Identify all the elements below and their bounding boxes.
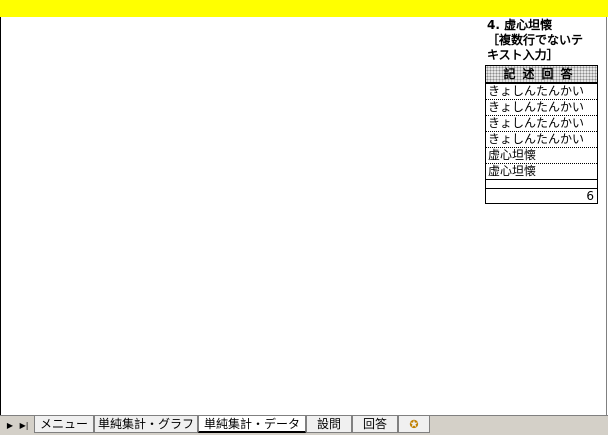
answer-table-header: 記述回答: [486, 66, 597, 84]
answer-table: 記述回答 きょしんたんかい きょしんたんかい きょしんたんかい きょしんたんかい…: [485, 65, 598, 204]
skip-last-icon[interactable]: ▶|: [18, 419, 30, 432]
tab-answers[interactable]: 回答: [352, 416, 398, 433]
answer-row[interactable]: 虚心坦懐: [486, 148, 597, 164]
sheet-tab-bar: ▶ ▶| メニュー 単純集計・グラフ 単純集計・データ 設問 回答 ✪: [0, 415, 608, 435]
new-sheet-icon[interactable]: ✪: [398, 416, 430, 433]
answer-row[interactable]: きょしんたんかい: [486, 84, 597, 100]
answer-row[interactable]: きょしんたんかい: [486, 100, 597, 116]
tab-questions[interactable]: 設問: [306, 416, 352, 433]
sheet-right-border: [606, 17, 607, 415]
answer-row[interactable]: きょしんたんかい: [486, 132, 597, 148]
answer-blank-row[interactable]: [486, 180, 597, 189]
tab-menu[interactable]: メニュー: [34, 416, 94, 433]
question-title: 4. 虚心坦懐 ［複数行でないテ キスト入力］: [487, 18, 605, 63]
sheet-left-border: [0, 17, 1, 415]
answer-row[interactable]: 虚心坦懐: [486, 164, 597, 180]
answer-count[interactable]: 6: [486, 189, 597, 203]
answer-row[interactable]: きょしんたんかい: [486, 116, 597, 132]
tab-simple-tally-data[interactable]: 単純集計・データ: [198, 416, 306, 433]
header-band: [0, 0, 608, 17]
question-line-2: ［複数行でないテ: [487, 33, 584, 47]
question-line-1: 4. 虚心坦懐: [487, 18, 553, 32]
play-next-icon[interactable]: ▶: [4, 419, 16, 432]
tab-simple-tally-graph[interactable]: 単純集計・グラフ: [94, 416, 198, 433]
question-line-3: キスト入力］: [487, 48, 559, 62]
